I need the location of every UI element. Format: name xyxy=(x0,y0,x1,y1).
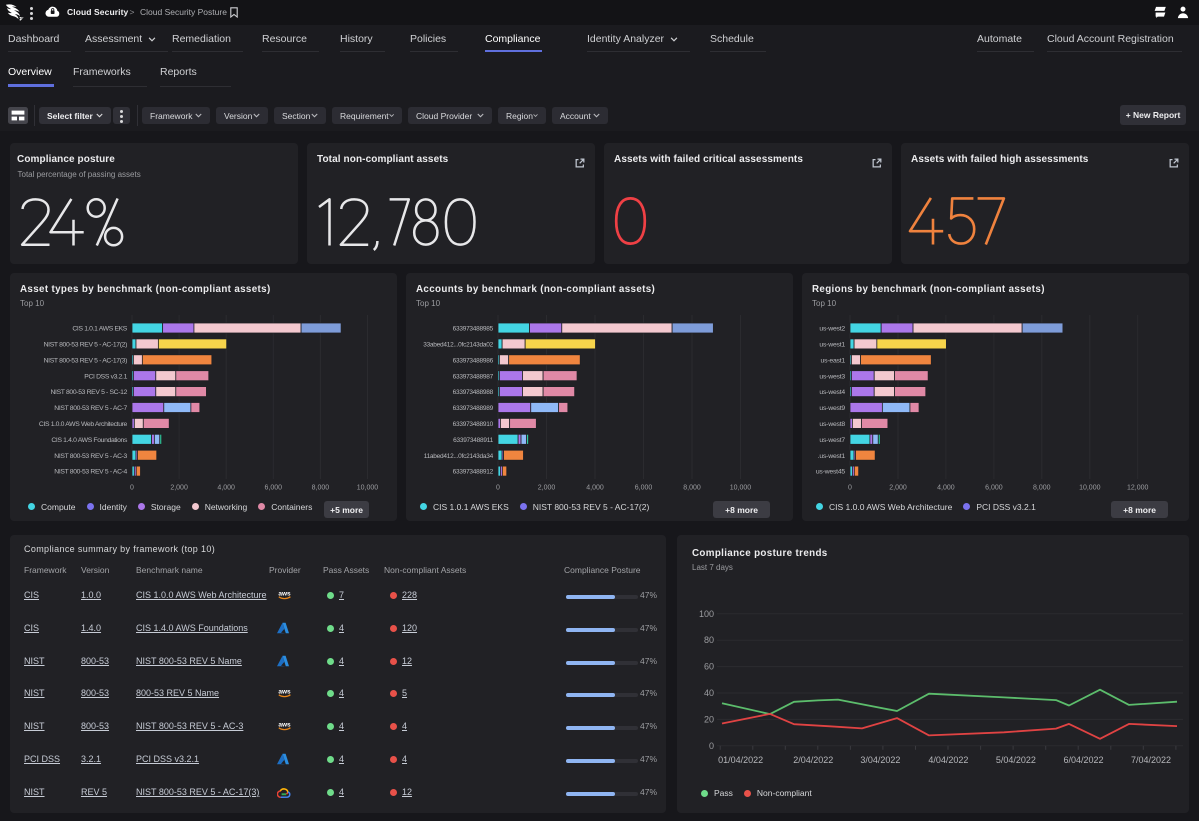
svg-text:633973488910: 633973488910 xyxy=(453,421,494,428)
svg-text:633973488987: 633973488987 xyxy=(453,373,494,380)
svg-text:100: 100 xyxy=(699,609,714,619)
svg-text:8,000: 8,000 xyxy=(1033,485,1051,492)
svg-text:80: 80 xyxy=(704,635,714,645)
svg-text:aws: aws xyxy=(278,591,291,598)
svg-text:aws: aws xyxy=(278,689,291,696)
svg-text:us-west45: us-west45 xyxy=(816,469,846,476)
svg-text:6,000: 6,000 xyxy=(635,485,653,492)
svg-text:0: 0 xyxy=(496,485,500,492)
svg-text:633973488986: 633973488986 xyxy=(453,357,494,364)
svg-text:8,000: 8,000 xyxy=(312,485,330,492)
svg-text:us-east1: us-east1 xyxy=(821,357,846,364)
svg-text:7/04/2022: 7/04/2022 xyxy=(1131,755,1171,765)
svg-text:.us-west1: .us-west1 xyxy=(818,453,846,460)
svg-text:10,000: 10,000 xyxy=(730,485,752,492)
svg-text:633973488989: 633973488989 xyxy=(453,405,494,412)
svg-text:6,000: 6,000 xyxy=(265,485,283,492)
svg-text:3/04/2022: 3/04/2022 xyxy=(860,755,900,765)
svg-text:633973488988: 633973488988 xyxy=(453,389,494,396)
svg-text:PCI DSS v3.2.1: PCI DSS v3.2.1 xyxy=(84,373,127,380)
svg-text:8,000: 8,000 xyxy=(683,485,701,492)
svg-text:2,000: 2,000 xyxy=(889,485,907,492)
svg-text:5/04/2022: 5/04/2022 xyxy=(996,755,1036,765)
svg-text:us-west8: us-west8 xyxy=(819,421,845,428)
svg-text:us-west3: us-west3 xyxy=(819,373,845,380)
svg-text:NIST 800-53 REV 5 - SC-12: NIST 800-53 REV 5 - SC-12 xyxy=(51,389,128,396)
svg-text:40: 40 xyxy=(704,688,714,698)
svg-text:0: 0 xyxy=(709,741,714,751)
svg-text:60: 60 xyxy=(704,662,714,672)
svg-text:4,000: 4,000 xyxy=(937,485,955,492)
svg-text:633973488985: 633973488985 xyxy=(453,326,494,333)
svg-text:NIST 800-53 REV 5 - AC-3: NIST 800-53 REV 5 - AC-3 xyxy=(54,453,127,460)
svg-text:4,000: 4,000 xyxy=(217,485,235,492)
svg-text:us-west2: us-west2 xyxy=(819,326,845,333)
svg-text:us-west4: us-west4 xyxy=(819,389,845,396)
svg-text:20: 20 xyxy=(704,714,714,724)
svg-text:CIS 1.4.0 AWS Foundations: CIS 1.4.0 AWS Foundations xyxy=(51,437,128,444)
svg-text:4/04/2022: 4/04/2022 xyxy=(928,755,968,765)
svg-text:33abed412...0fc2143da02: 33abed412...0fc2143da02 xyxy=(423,342,493,349)
svg-text:us-west7: us-west7 xyxy=(819,437,845,444)
svg-text:6/04/2022: 6/04/2022 xyxy=(1063,755,1103,765)
svg-text:us-west1: us-west1 xyxy=(819,342,845,349)
svg-text:2/04/2022: 2/04/2022 xyxy=(793,755,833,765)
svg-text:NIST 800-53 REV 5 - AC-7: NIST 800-53 REV 5 - AC-7 xyxy=(54,405,127,412)
svg-text:aws: aws xyxy=(278,722,291,729)
svg-text:NIST 800-53 REV 5 - AC-17(3): NIST 800-53 REV 5 - AC-17(3) xyxy=(44,357,127,364)
svg-text:NIST 800-53 REV 5 - AC-17(2): NIST 800-53 REV 5 - AC-17(2) xyxy=(44,342,127,349)
svg-text:10,000: 10,000 xyxy=(1079,485,1101,492)
svg-text:NIST 800-53 REV 5 - AC-4: NIST 800-53 REV 5 - AC-4 xyxy=(54,469,127,476)
svg-text:12,000: 12,000 xyxy=(1127,485,1149,492)
svg-text:2,000: 2,000 xyxy=(170,485,188,492)
svg-text:01/04/2022: 01/04/2022 xyxy=(718,755,763,765)
svg-text:CIS 1.0.1 AWS EKS: CIS 1.0.1 AWS EKS xyxy=(72,326,127,333)
svg-text:0: 0 xyxy=(848,485,852,492)
svg-text:633973488911: 633973488911 xyxy=(453,437,494,444)
svg-text:6,000: 6,000 xyxy=(985,485,1003,492)
svg-text:us-west9: us-west9 xyxy=(819,405,845,412)
svg-text:4,000: 4,000 xyxy=(586,485,604,492)
svg-text:10,000: 10,000 xyxy=(357,485,379,492)
svg-text:633973488912: 633973488912 xyxy=(453,469,494,476)
svg-text:2,000: 2,000 xyxy=(538,485,556,492)
svg-text:11abed412...0fc2143da34: 11abed412...0fc2143da34 xyxy=(424,453,494,460)
svg-text:0: 0 xyxy=(130,485,134,492)
svg-text:CIS 1.0.0 AWS Web Architecture: CIS 1.0.0 AWS Web Architecture xyxy=(39,421,128,428)
